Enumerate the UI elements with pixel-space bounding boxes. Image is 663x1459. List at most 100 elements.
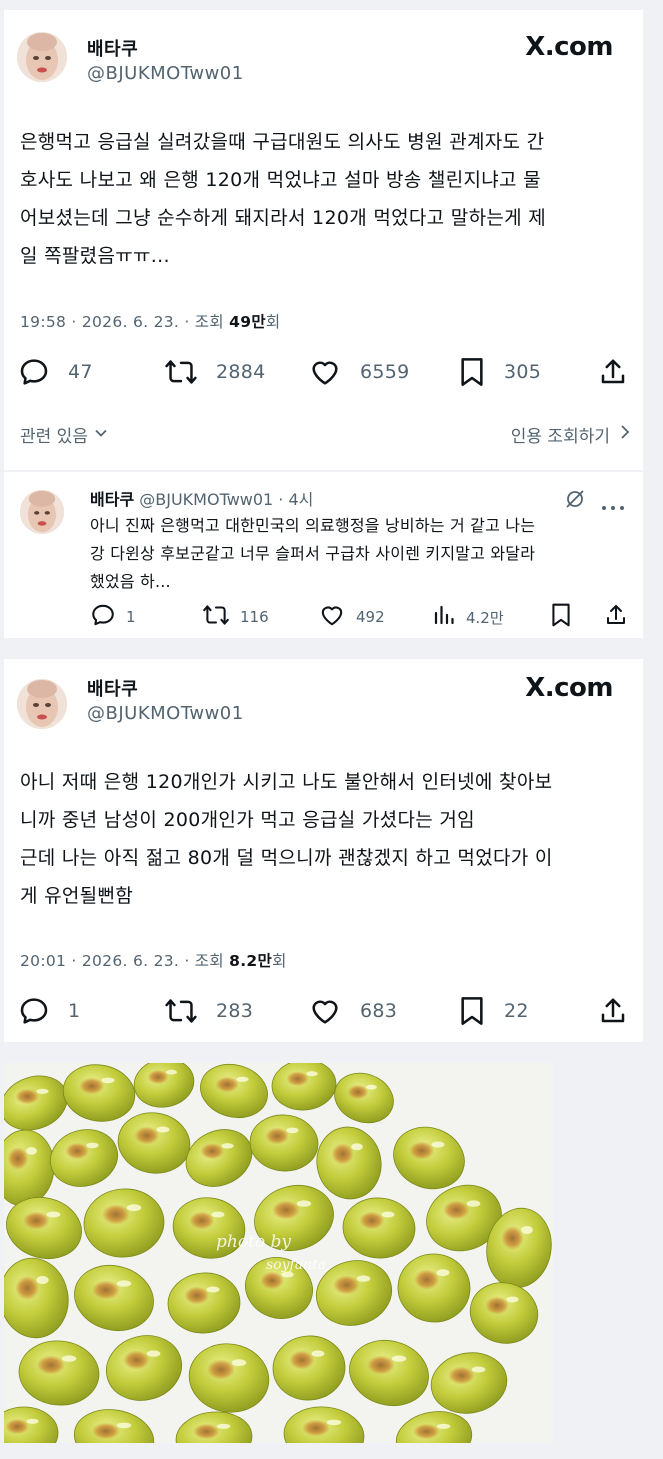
roast-spot — [5, 1418, 30, 1435]
like-icon — [318, 602, 346, 632]
roast-spot — [215, 1076, 240, 1093]
action-bar: 1 283 683 22 — [18, 994, 630, 1028]
like-button[interactable]: 6559 — [308, 355, 410, 389]
nut-highlight — [26, 1418, 39, 1424]
nut-highlight — [431, 1141, 445, 1148]
roast-spot — [265, 1127, 290, 1145]
nut-highlight — [116, 1280, 132, 1287]
tweet-card: 배타쿠 @BJUKMOTww01 X.com 아니 저때 은행 120개인가 시… — [4, 659, 643, 1042]
view-count: 8.2만 — [229, 952, 273, 970]
tweet-meta: 19:58 · 2026. 6. 23. · 조회 49만회 — [20, 310, 280, 332]
nut-highlight — [351, 1143, 363, 1151]
retweet-count: 2884 — [216, 361, 266, 383]
nut-highlight — [356, 1275, 371, 1282]
roast-spot — [207, 1359, 235, 1380]
avatar[interactable] — [17, 679, 67, 729]
roast-spot — [92, 1280, 120, 1300]
like-count: 6559 — [360, 361, 410, 383]
reply-card: 배타쿠 @BJUKMOTww01 · 4시 아니 진짜 은행먹고 대한민국의 의… — [4, 472, 643, 638]
bookmark-button[interactable]: 22 — [458, 994, 529, 1028]
roast-spot — [289, 1350, 315, 1370]
nut-highlight — [166, 1069, 177, 1075]
like-button[interactable]: 492 — [318, 604, 385, 630]
quote-views-label: 인용 조회하기 — [510, 427, 610, 447]
bookmark-button[interactable]: 305 — [458, 355, 541, 389]
avatar[interactable] — [17, 32, 67, 82]
action-bar: 47 2884 6559 305 — [18, 355, 630, 389]
bookmark-count: 305 — [504, 361, 542, 383]
reply-icon — [18, 356, 50, 388]
nut-highlight — [221, 1143, 234, 1149]
share-button[interactable] — [604, 604, 628, 630]
display-name[interactable]: 배타쿠 — [87, 35, 138, 61]
nut-highlight — [36, 1276, 49, 1284]
reply-button[interactable]: 1 — [90, 604, 136, 630]
related-toggle[interactable]: 관련 있음 — [20, 422, 108, 447]
grok-icon[interactable] — [564, 488, 586, 514]
retweet-button[interactable]: 116 — [202, 604, 269, 630]
share-button[interactable] — [598, 994, 628, 1028]
nut-highlight — [146, 1350, 161, 1357]
x-com-logo: X.com — [525, 673, 613, 703]
chevron-right-icon — [618, 424, 632, 445]
tweet-meta: 20:01 · 2026. 6. 23. · 조회 8.2만회 — [20, 949, 287, 971]
roast-spot — [367, 1355, 395, 1375]
bookmark-button[interactable] — [550, 603, 572, 630]
retweet-count: 283 — [216, 1000, 254, 1022]
roast-spot — [409, 1141, 435, 1160]
share-icon — [604, 602, 628, 632]
reply-icon — [90, 602, 116, 632]
roast-spot — [501, 1226, 524, 1250]
user-handle[interactable]: @BJUKMOTww01 — [87, 63, 244, 84]
reply-button[interactable]: 47 — [18, 355, 93, 389]
reply-action-bar: 1 116 492 4.2만 — [90, 603, 630, 630]
roast-spot — [184, 1286, 210, 1305]
like-icon — [308, 356, 342, 388]
views-count: 4.2만 — [466, 608, 504, 627]
related-label: 관련 있음 — [20, 427, 88, 447]
nut-highlight — [326, 1419, 342, 1426]
retweet-button[interactable]: 283 — [164, 994, 253, 1028]
roast-spot — [331, 1143, 354, 1165]
user-handle[interactable]: @BJUKMOTww01 — [87, 703, 244, 724]
view-count: 49만 — [229, 313, 266, 331]
user-handle[interactable]: @BJUKMOTww01 · 4시 — [139, 490, 313, 509]
reply-count: 47 — [68, 361, 93, 383]
nut-highlight — [116, 1422, 132, 1429]
tweet-card: 배타쿠 @BJUKMOTww01 X.com 은행먹고 응급실 실려갔을때 구급… — [4, 10, 643, 470]
views-button[interactable]: 4.2만 — [432, 604, 504, 630]
tweet-text: 은행먹고 응급실 실려갔을때 구급대원도 의사도 병원 관계자도 간 호사도 나… — [20, 131, 547, 267]
reply-icon — [18, 995, 50, 1027]
nut-highlight — [216, 1423, 231, 1429]
nut-highlight — [61, 1355, 77, 1362]
nut-highlight — [86, 1142, 99, 1149]
nut-highlight — [436, 1423, 451, 1429]
like-button[interactable]: 683 — [308, 994, 397, 1028]
reply-button[interactable]: 1 — [18, 994, 80, 1028]
tweet-timestamp[interactable]: 20:01 · 2026. 6. 23. · 조회 — [20, 952, 229, 970]
display-name[interactable]: 배타쿠 — [87, 675, 138, 701]
reply-header: 배타쿠 @BJUKMOTww01 · 4시 — [90, 486, 313, 510]
nut-highlight — [311, 1350, 325, 1357]
view-count-suffix: 회 — [272, 952, 287, 970]
roast-spot — [15, 1088, 40, 1105]
nut-highlight — [381, 1211, 395, 1218]
quote-views-link[interactable]: 인용 조회하기 — [511, 422, 632, 447]
tweet-timestamp[interactable]: 19:58 · 2026. 6. 23. · 조회 — [20, 313, 229, 331]
display-name[interactable]: 배타쿠 — [90, 490, 134, 509]
roast-spot — [79, 1077, 105, 1095]
roast-spot — [414, 1269, 440, 1290]
nut-highlight — [36, 1088, 49, 1094]
roast-spot — [193, 1423, 220, 1440]
nut-highlight — [211, 1211, 225, 1218]
nut-highlight — [306, 1071, 318, 1077]
nut-highlight — [126, 1204, 142, 1212]
roast-spot — [347, 1084, 369, 1100]
avatar[interactable] — [20, 490, 64, 534]
bookmark-count: 22 — [504, 1000, 529, 1022]
roast-spot — [147, 1069, 169, 1085]
roast-spot — [443, 1200, 470, 1220]
nut-highlight — [466, 1200, 481, 1207]
retweet-button[interactable]: 2884 — [164, 355, 266, 389]
share-button[interactable] — [598, 355, 628, 389]
